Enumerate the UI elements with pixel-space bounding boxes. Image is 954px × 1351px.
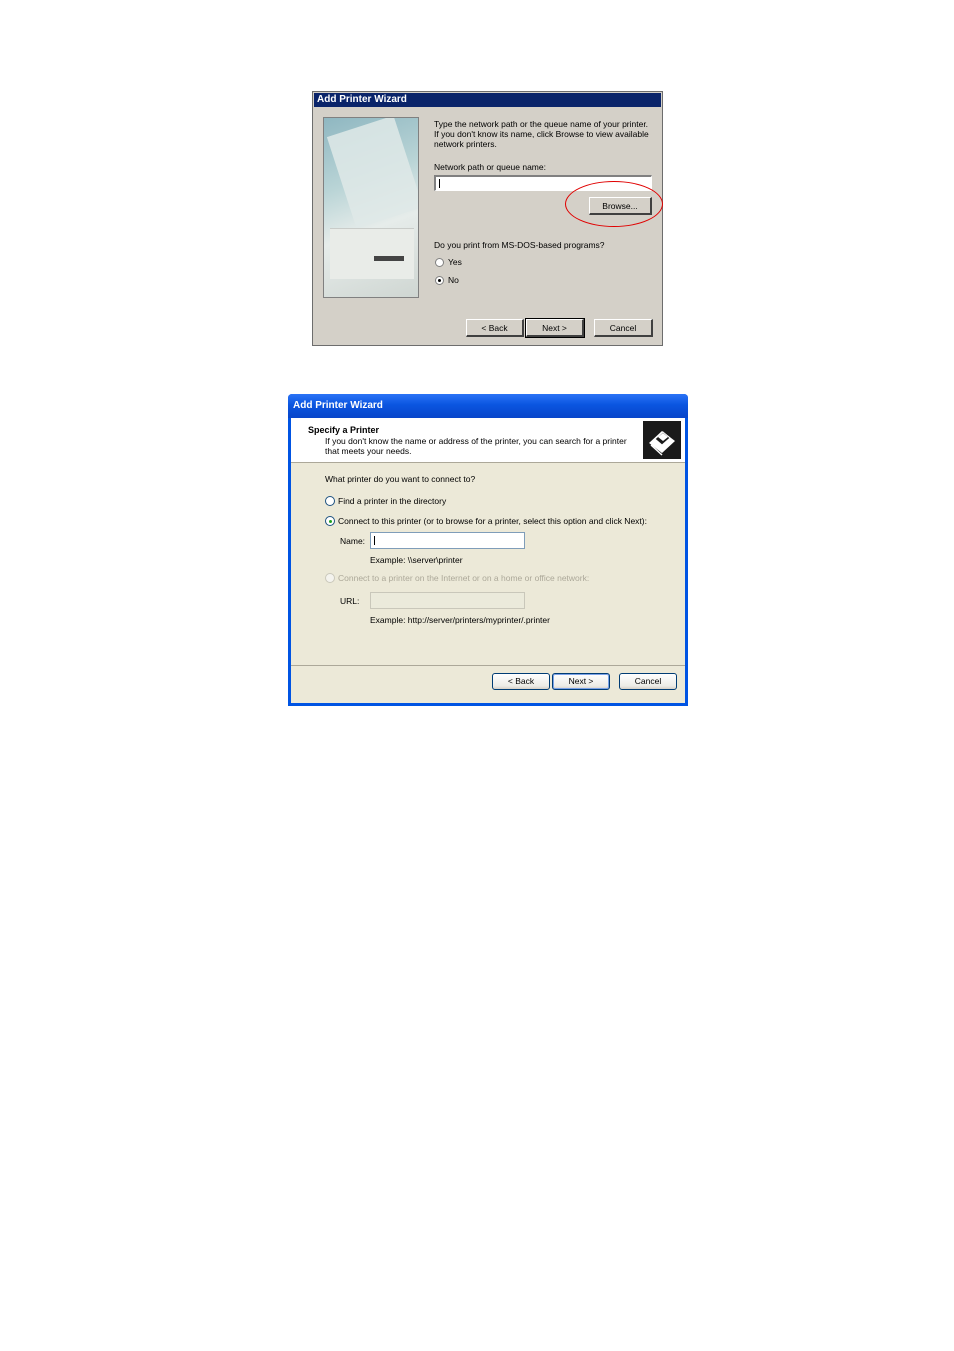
radio-selected-dot: [328, 519, 332, 523]
connect-question: What printer do you want to connect to?: [325, 474, 476, 484]
header-title: Specify a Printer: [308, 425, 380, 435]
next-button[interactable]: Next >: [552, 673, 610, 690]
dialog-title: Add Printer Wizard: [314, 93, 661, 107]
back-button[interactable]: < Back: [492, 673, 550, 690]
radio-yes-label[interactable]: Yes: [448, 257, 462, 267]
text-caret: [439, 179, 440, 188]
url-label: URL:: [340, 596, 360, 606]
dialog-title: Add Printer Wizard: [288, 394, 688, 418]
cancel-button[interactable]: Cancel: [594, 319, 653, 337]
name-label: Name:: [340, 536, 366, 546]
intro-text-line1: Type the network path or the queue name …: [434, 119, 649, 129]
wizard-header: Specify a Printer If you don't know the …: [291, 418, 685, 463]
dialog-client-area: Specify a Printer If you don't know the …: [291, 418, 685, 703]
header-subtitle-line1: If you don't know the name or address of…: [325, 436, 627, 446]
next-button[interactable]: Next >: [525, 318, 585, 338]
radio-selected-dot: [438, 279, 441, 282]
footer-divider: [291, 665, 685, 666]
intro-text-line2: If you don't know its name, click Browse…: [434, 129, 649, 139]
radio-connect-printer[interactable]: [325, 516, 335, 526]
radio-connect-printer-label[interactable]: Connect to this printer (or to browse fo…: [338, 516, 647, 526]
radio-internet-printer[interactable]: [325, 573, 335, 583]
radio-find-directory[interactable]: [325, 496, 335, 506]
name-example: Example: \\server\printer: [370, 555, 463, 565]
text-caret: [374, 536, 375, 545]
add-printer-wizard-dialog-xp: Add Printer Wizard Specify a Printer If …: [288, 394, 688, 706]
url-input[interactable]: [370, 592, 525, 609]
header-subtitle: If you don't know the name or address of…: [325, 436, 635, 456]
radio-find-directory-label[interactable]: Find a printer in the directory: [338, 496, 446, 506]
radio-no[interactable]: [435, 276, 444, 285]
network-path-label: Network path or queue name:: [434, 162, 546, 172]
radio-internet-printer-label[interactable]: Connect to a printer on the Internet or …: [338, 573, 589, 583]
browse-highlight-circle: [565, 181, 663, 227]
printer-name-input[interactable]: [370, 532, 525, 549]
intro-text-line3: network printers.: [434, 139, 497, 149]
radio-yes[interactable]: [435, 258, 444, 267]
back-button[interactable]: < Back: [466, 319, 524, 337]
wizard-printer-illustration: [323, 117, 419, 298]
dos-question: Do you print from MS-DOS-based programs?: [434, 240, 605, 250]
radio-no-label[interactable]: No: [448, 275, 459, 285]
printer-icon: [643, 421, 681, 459]
cancel-button[interactable]: Cancel: [619, 673, 677, 690]
header-subtitle-line2: that meets your needs.: [325, 446, 412, 456]
url-example: Example: http://server/printers/myprinte…: [370, 615, 550, 625]
